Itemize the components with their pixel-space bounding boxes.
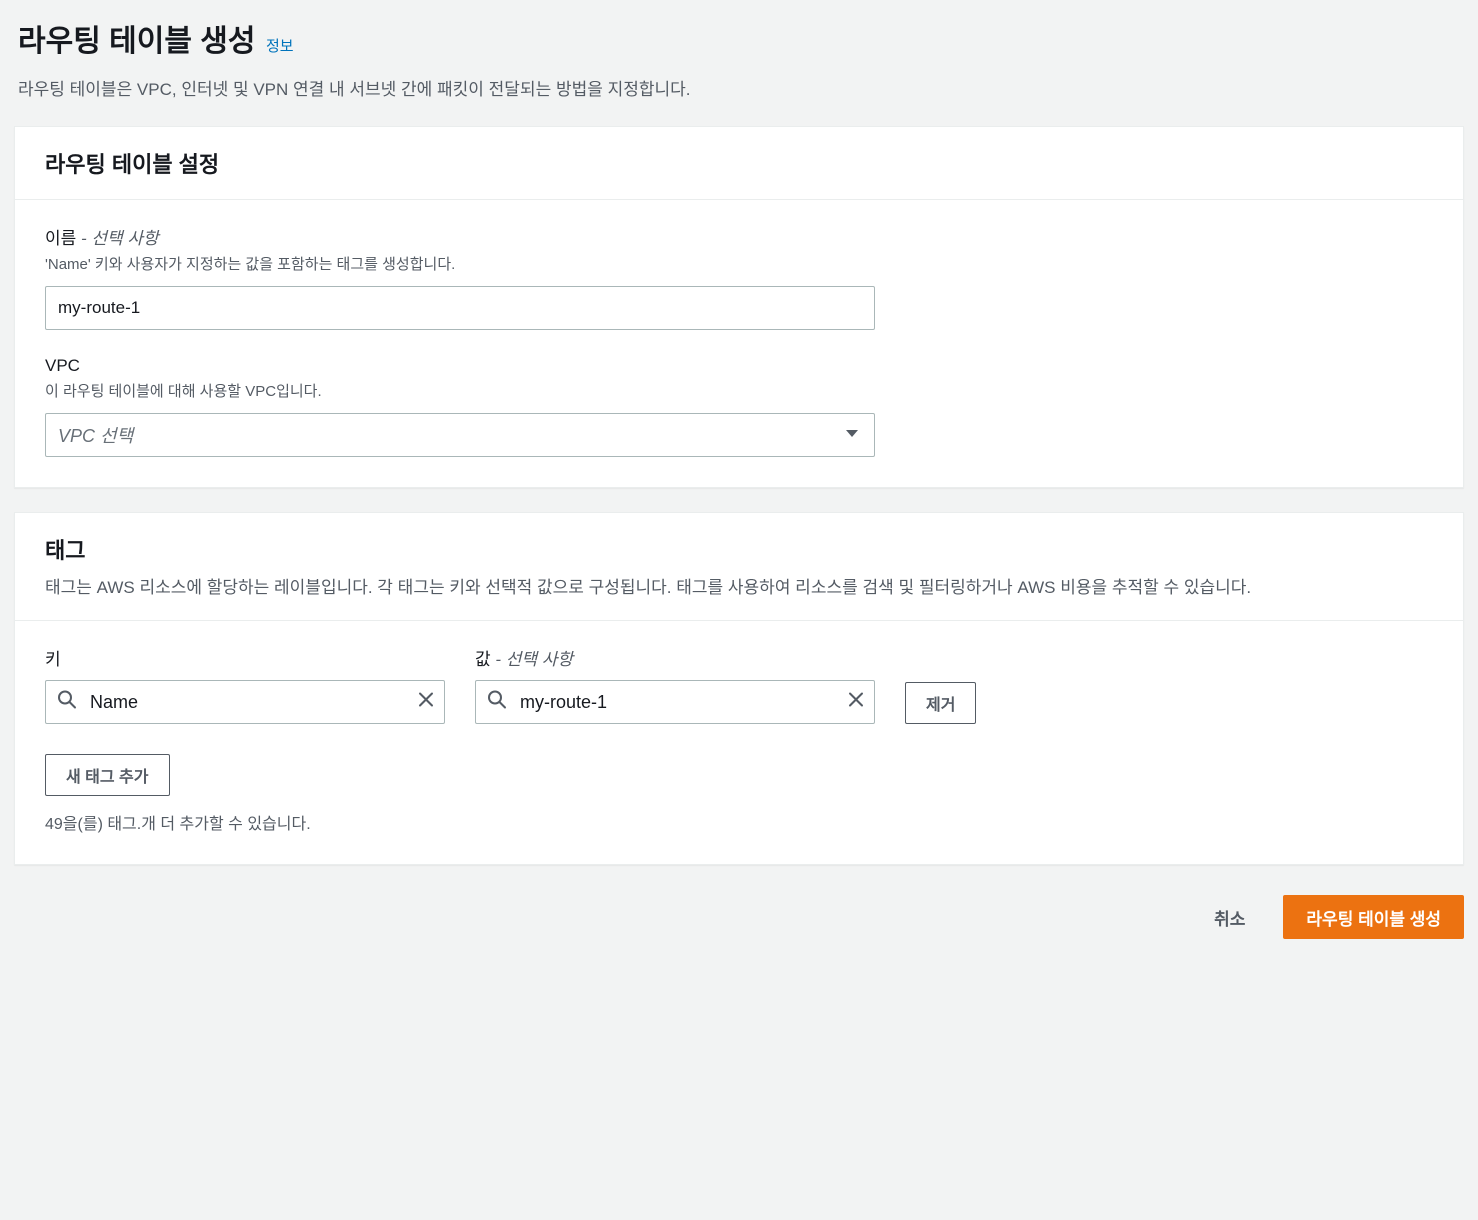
info-link[interactable]: 정보 <box>266 38 294 55</box>
name-field-label: 이름 <box>45 229 76 248</box>
tag-limit-text: 49을(를) 태그.개 더 추가할 수 있습니다. <box>45 810 1433 834</box>
tag-value-optional: - 선택 사항 <box>491 650 573 669</box>
tags-panel-description: 태그는 AWS 리소스에 할당하는 레이블입니다. 각 태그는 키와 선택적 값… <box>45 575 1433 601</box>
search-icon <box>57 690 77 715</box>
vpc-field-label: VPC <box>45 356 1433 376</box>
settings-panel-title: 라우팅 테이블 설정 <box>45 147 1433 179</box>
vpc-field-help: 이 라우팅 테이블에 대해 사용할 VPC입니다. <box>45 380 1433 401</box>
vpc-select[interactable]: VPC 선택 <box>45 413 875 457</box>
clear-icon[interactable] <box>417 691 435 714</box>
name-field-group: 이름 - 선택 사항 'Name' 키와 사용자가 지정하는 값을 포함하는 태… <box>45 224 1433 330</box>
tag-key-input[interactable] <box>45 680 445 724</box>
search-icon <box>487 690 507 715</box>
create-route-table-button[interactable]: 라우팅 테이블 생성 <box>1283 895 1464 939</box>
tags-panel-title: 태그 <box>45 533 1433 565</box>
vpc-field-group: VPC 이 라우팅 테이블에 대해 사용할 VPC입니다. VPC 선택 <box>45 356 1433 457</box>
add-tag-button[interactable]: 새 태그 추가 <box>45 754 170 796</box>
vpc-select-placeholder: VPC 선택 <box>58 422 133 448</box>
page-description: 라우팅 테이블은 VPC, 인터넷 및 VPN 연결 내 서브넷 간에 패킷이 … <box>0 78 1478 102</box>
name-field-optional: - 선택 사항 <box>76 229 158 248</box>
name-input[interactable] <box>45 286 875 330</box>
cancel-button[interactable]: 취소 <box>1192 895 1267 939</box>
tag-key-label: 키 <box>45 645 445 670</box>
footer-actions: 취소 라우팅 테이블 생성 <box>0 865 1478 957</box>
tags-panel: 태그 태그는 AWS 리소스에 할당하는 레이블입니다. 각 태그는 키와 선택… <box>14 512 1464 866</box>
remove-tag-button[interactable]: 제거 <box>905 682 976 724</box>
settings-panel: 라우팅 테이블 설정 이름 - 선택 사항 'Name' 키와 사용자가 지정하… <box>14 126 1464 488</box>
tag-value-label: 값 <box>475 650 491 669</box>
name-field-help: 'Name' 키와 사용자가 지정하는 값을 포함하는 태그를 생성합니다. <box>45 253 1433 274</box>
tag-value-input[interactable] <box>475 680 875 724</box>
tag-row: 키 값 - 선택 사항 <box>45 645 1433 724</box>
page-title: 라우팅 테이블 생성 <box>18 25 255 58</box>
clear-icon[interactable] <box>847 691 865 714</box>
